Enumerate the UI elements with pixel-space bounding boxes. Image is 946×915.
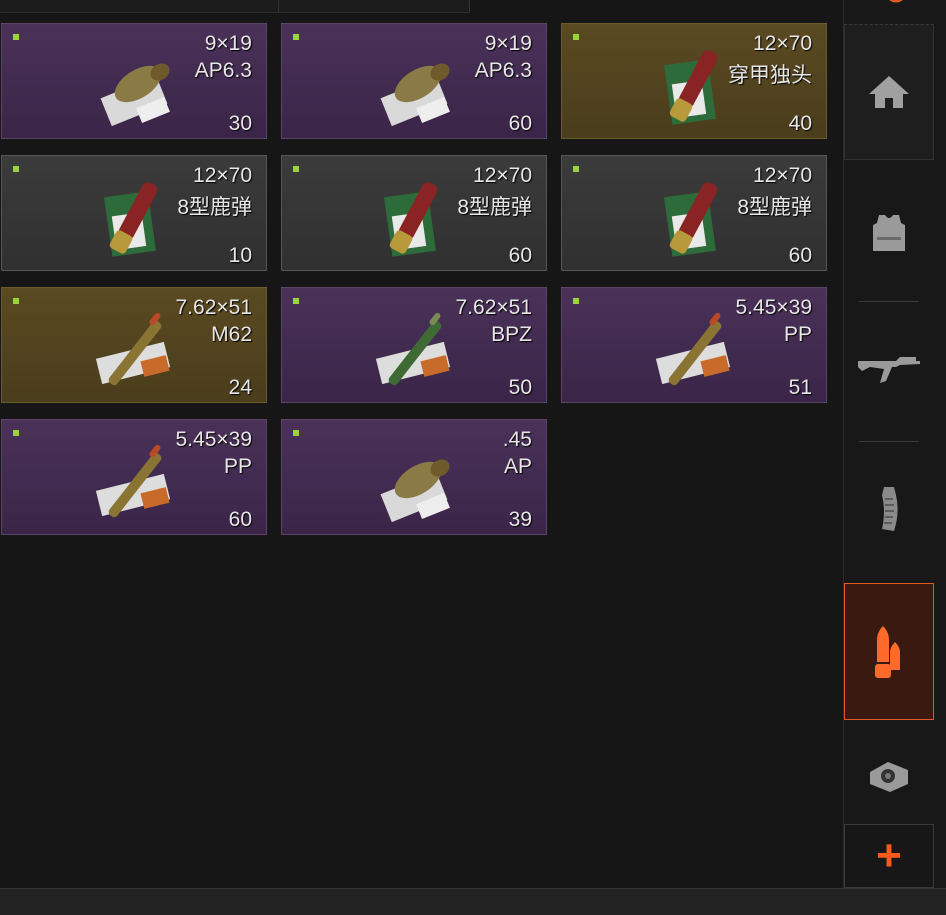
ammo-caliber: 12×70 <box>753 32 812 55</box>
ammo-type: 8型鹿弹 <box>457 196 532 219</box>
ammo-type: 8型鹿弹 <box>177 196 252 219</box>
ammo-caliber: 12×70 <box>193 164 252 187</box>
sidebar-separator <box>859 301 919 302</box>
bottom-bar <box>0 888 946 915</box>
ammo-count: 60 <box>508 112 532 135</box>
ammo-count: 10 <box>228 244 252 267</box>
new-marker <box>293 298 299 304</box>
ammo-slot[interactable]: 5.45×39 PP 51 <box>561 287 827 403</box>
ammo-type: AP6.3 <box>194 59 252 82</box>
ammo-slot[interactable]: .45 AP 39 <box>281 419 547 535</box>
sidebar-sight-button[interactable] <box>844 730 934 822</box>
sight-icon <box>870 762 908 792</box>
top-tab-right[interactable] <box>279 0 470 12</box>
ammo-count: 24 <box>228 376 252 399</box>
new-marker <box>293 166 299 172</box>
category-sidebar: + <box>843 0 946 888</box>
ammo-caliber: .45 <box>502 428 532 451</box>
ammo-type: PP <box>783 323 812 346</box>
ammo-slot[interactable]: 7.62×51 M62 24 <box>1 287 267 403</box>
home-icon <box>869 76 909 108</box>
rifle-round-icon <box>95 312 171 386</box>
ammo-type: 8型鹿弹 <box>737 196 812 219</box>
ammo-count: 50 <box>508 376 532 399</box>
plus-icon: + <box>876 831 902 880</box>
ammo-count: 30 <box>228 112 252 135</box>
ammo-slot[interactable]: 12×70 8型鹿弹 60 <box>561 155 827 271</box>
new-marker <box>13 298 19 304</box>
new-marker <box>293 34 299 40</box>
new-marker <box>573 166 579 172</box>
shotgun-shell-icon <box>104 182 158 257</box>
ammo-caliber: 5.45×39 <box>175 428 253 451</box>
ammo-type: 穿甲独头 <box>728 64 812 87</box>
ammo-count: 39 <box>508 508 532 531</box>
ammo-caliber: 7.62×51 <box>175 296 253 319</box>
ammo-caliber: 5.45×39 <box>735 296 813 319</box>
ammo-caliber: 12×70 <box>473 164 532 187</box>
armor-vest-icon <box>873 214 905 251</box>
ammo-slot[interactable]: 12×70 8型鹿弹 10 <box>1 155 267 271</box>
sidebar-add-button[interactable]: + <box>844 824 934 888</box>
top-tab-left[interactable] <box>0 0 279 12</box>
new-marker <box>13 430 19 436</box>
ammo-count: 60 <box>228 508 252 531</box>
sidebar-armor-button[interactable] <box>844 170 934 295</box>
shotgun-shell-icon <box>384 182 438 257</box>
ammo-icon <box>875 625 900 678</box>
ammo-caliber: 9×19 <box>484 32 532 55</box>
rifle-icon <box>858 357 920 383</box>
ammo-slot[interactable]: 12×70 8型鹿弹 60 <box>281 155 547 271</box>
new-marker <box>573 34 579 40</box>
ammo-count: 60 <box>508 244 532 267</box>
pistol-round-icon <box>380 63 450 127</box>
sidebar-magazine-button[interactable] <box>844 445 934 575</box>
ammo-type: AP <box>503 455 532 478</box>
ammo-count: 40 <box>788 112 812 135</box>
ammo-slot[interactable]: 5.45×39 PP 60 <box>1 419 267 535</box>
new-marker <box>13 34 19 40</box>
shotgun-shell-icon <box>664 182 718 257</box>
new-marker <box>573 298 579 304</box>
magazine-icon <box>882 487 898 531</box>
ammo-type: PP <box>223 455 252 478</box>
top-tab-strip <box>0 0 470 13</box>
ammo-slot[interactable]: 9×19 AP6.3 60 <box>281 23 547 139</box>
ammo-type: BPZ <box>491 323 532 346</box>
ammo-inventory-grid: 9×19 AP6.3 30 9×19 AP6.3 60 12×70 穿甲独头 4… <box>0 22 840 888</box>
ammo-type: M62 <box>211 323 252 346</box>
ammo-caliber: 9×19 <box>204 32 252 55</box>
sidebar-ammo-button[interactable] <box>844 583 934 720</box>
rifle-round-green-icon <box>375 312 451 386</box>
sidebar-separator <box>859 441 919 442</box>
ammo-caliber: 12×70 <box>753 164 812 187</box>
new-marker <box>13 166 19 172</box>
pistol-round-icon <box>380 459 450 523</box>
pistol-round-icon <box>100 63 170 127</box>
ammo-slot[interactable]: 7.62×51 BPZ 50 <box>281 287 547 403</box>
ammo-caliber: 7.62×51 <box>455 296 533 319</box>
ammo-slot[interactable]: 12×70 穿甲独头 40 <box>561 23 827 139</box>
rifle-round-icon <box>655 312 731 386</box>
ammo-type: AP6.3 <box>474 59 532 82</box>
ammo-count: 51 <box>788 376 812 399</box>
sidebar-home-button[interactable] <box>844 24 934 160</box>
partial-top-icon <box>889 0 903 3</box>
ammo-count: 60 <box>788 244 812 267</box>
rifle-round-icon <box>95 444 171 518</box>
ammo-slot[interactable]: 9×19 AP6.3 30 <box>1 23 267 139</box>
new-marker <box>293 430 299 436</box>
sidebar-weapon-button[interactable] <box>844 305 934 437</box>
